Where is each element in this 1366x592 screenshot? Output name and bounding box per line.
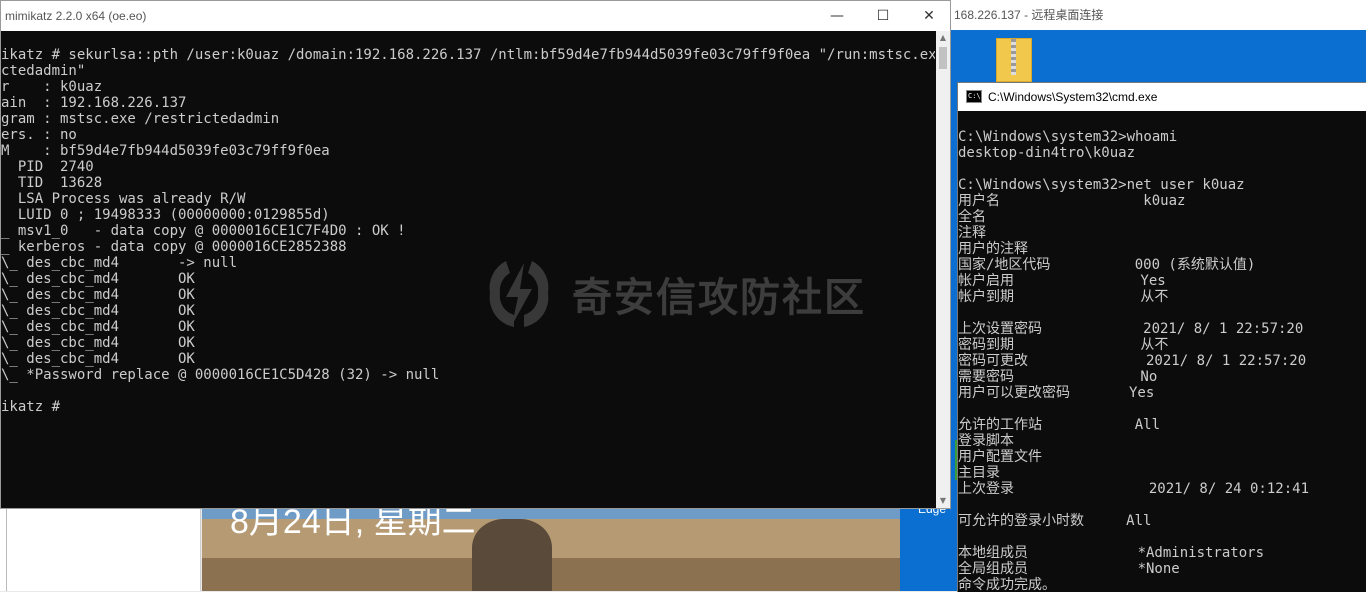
console-line: 全名 xyxy=(958,209,986,225)
console-line: LUID 0 ; 19498333 (00000000:0129855d) xyxy=(1,207,330,223)
lightning-shield-icon xyxy=(489,261,549,327)
console-line: desktop-din4tro\k0uaz xyxy=(958,145,1136,161)
rdp-window-title: 168.226.137 - 远程桌面连接 xyxy=(954,8,1104,22)
rdp-window-titlebar[interactable]: 168.226.137 - 远程桌面连接 xyxy=(940,0,1366,30)
console-line: 用户可以更改密码 Yes xyxy=(958,385,1155,401)
console-line: 密码到期 从不 xyxy=(958,337,1169,353)
console-line: gram : mstsc.exe /restrictedadmin xyxy=(1,111,280,127)
cmd-window-title: C:\Windows\System32\cmd.exe xyxy=(988,90,1158,104)
console-line: 帐户启用 Yes xyxy=(958,273,1166,289)
console-line: 注释 xyxy=(958,225,986,241)
console-line: PID 2740 xyxy=(1,159,94,175)
watermark-text: 奇安信攻防社区 xyxy=(572,275,866,321)
console-line: \_ des_cbc_md4 OK xyxy=(1,335,195,351)
close-button[interactable]: ✕ xyxy=(906,1,952,31)
close-icon: ✕ xyxy=(923,8,935,24)
console-line: 命令成功完成。 xyxy=(958,577,1056,591)
maximize-icon: ☐ xyxy=(876,8,890,24)
mimikatz-titlebar[interactable]: mimikatz 2.2.0 x64 (oe.eo) — ☐ ✕ xyxy=(1,1,950,31)
console-line: 用户的注释 xyxy=(958,241,1028,257)
zip-folder-icon[interactable] xyxy=(996,38,1032,82)
console-line: ers. : no xyxy=(1,127,77,143)
mimikatz-console-output[interactable]: ikatz # sekurlsa::pth /user:k0uaz /domai… xyxy=(1,47,935,427)
console-line: ikatz # sekurlsa::pth /user:k0uaz /domai… xyxy=(1,47,935,63)
mimikatz-window-title: mimikatz 2.2.0 x64 (oe.eo) xyxy=(5,9,147,23)
scroll-up-icon[interactable]: ▲ xyxy=(936,31,950,45)
console-line: 全局组成员 *None xyxy=(958,561,1180,577)
console-line: _ msv1_0 - data copy @ 0000016CE1C7F4D0 … xyxy=(1,223,406,239)
maximize-button[interactable]: ☐ xyxy=(860,1,906,31)
console-line: M : bf59d4e7fb944d5039fe03c79ff9f0ea xyxy=(1,143,330,159)
watermark: 奇安信攻防社区 xyxy=(484,255,866,333)
console-line: \_ des_cbc_md4 OK xyxy=(1,351,195,367)
console-line: 本地组成员 *Administrators xyxy=(958,545,1265,561)
console-line: 上次设置密码 2021/ 8/ 1 22:57:20 xyxy=(958,321,1304,337)
console-line: 可允许的登录小时数 All xyxy=(958,513,1152,529)
console-line: C:\Windows\system32>whoami xyxy=(958,129,1178,145)
console-line: LSA Process was already R/W xyxy=(1,191,246,207)
minimize-icon: — xyxy=(830,8,844,24)
cmd-titlebar[interactable]: C:\ C:\Windows\System32\cmd.exe xyxy=(958,83,1366,111)
console-line: 用户名 k0uaz xyxy=(958,193,1186,209)
console-line: 允许的工作站 All xyxy=(958,417,1161,433)
console-line: 需要密码 No xyxy=(958,369,1158,385)
console-line: 上次登录 2021/ 8/ 24 0:12:41 xyxy=(958,481,1310,497)
console-line: 主目录 xyxy=(958,465,1000,481)
cmd-app-icon: C:\ xyxy=(966,90,982,103)
scroll-down-icon[interactable]: ▼ xyxy=(936,494,950,508)
console-line: TID 13628 xyxy=(1,175,103,191)
console-line: ain : 192.168.226.137 xyxy=(1,95,187,111)
console-line: C:\Windows\system32>net user k0uaz xyxy=(958,177,1245,193)
console-line: \_ *Password replace @ 0000016CE1C5D428 … xyxy=(1,367,440,383)
console-line: 登录脚本 xyxy=(958,433,1014,449)
minimize-button[interactable]: — xyxy=(814,1,860,31)
console-line: r : k0uaz xyxy=(1,79,103,95)
cmd-window[interactable]: C:\ C:\Windows\System32\cmd.exe C:\Windo… xyxy=(957,82,1366,592)
console-line: 帐户到期 从不 xyxy=(958,289,1169,305)
console-line: 密码可更改 2021/ 8/ 1 22:57:20 xyxy=(958,353,1307,369)
console-line: 国家/地区代码 000 (系统默认值) xyxy=(958,257,1256,273)
cmd-console-output[interactable]: C:\Windows\system32>whoami desktop-din4tr… xyxy=(958,129,1366,591)
console-line: ctedadmin" xyxy=(1,63,86,79)
console-line: 用户配置文件 xyxy=(958,449,1042,465)
side-panel xyxy=(0,509,201,591)
scrollbar-thumb[interactable] xyxy=(939,47,947,69)
console-line: ikatz # xyxy=(1,399,61,415)
console-line: _ kerberos - data copy @ 0000016CE285238… xyxy=(1,239,347,255)
mimikatz-scrollbar[interactable]: ▲ ▼ xyxy=(936,31,950,508)
